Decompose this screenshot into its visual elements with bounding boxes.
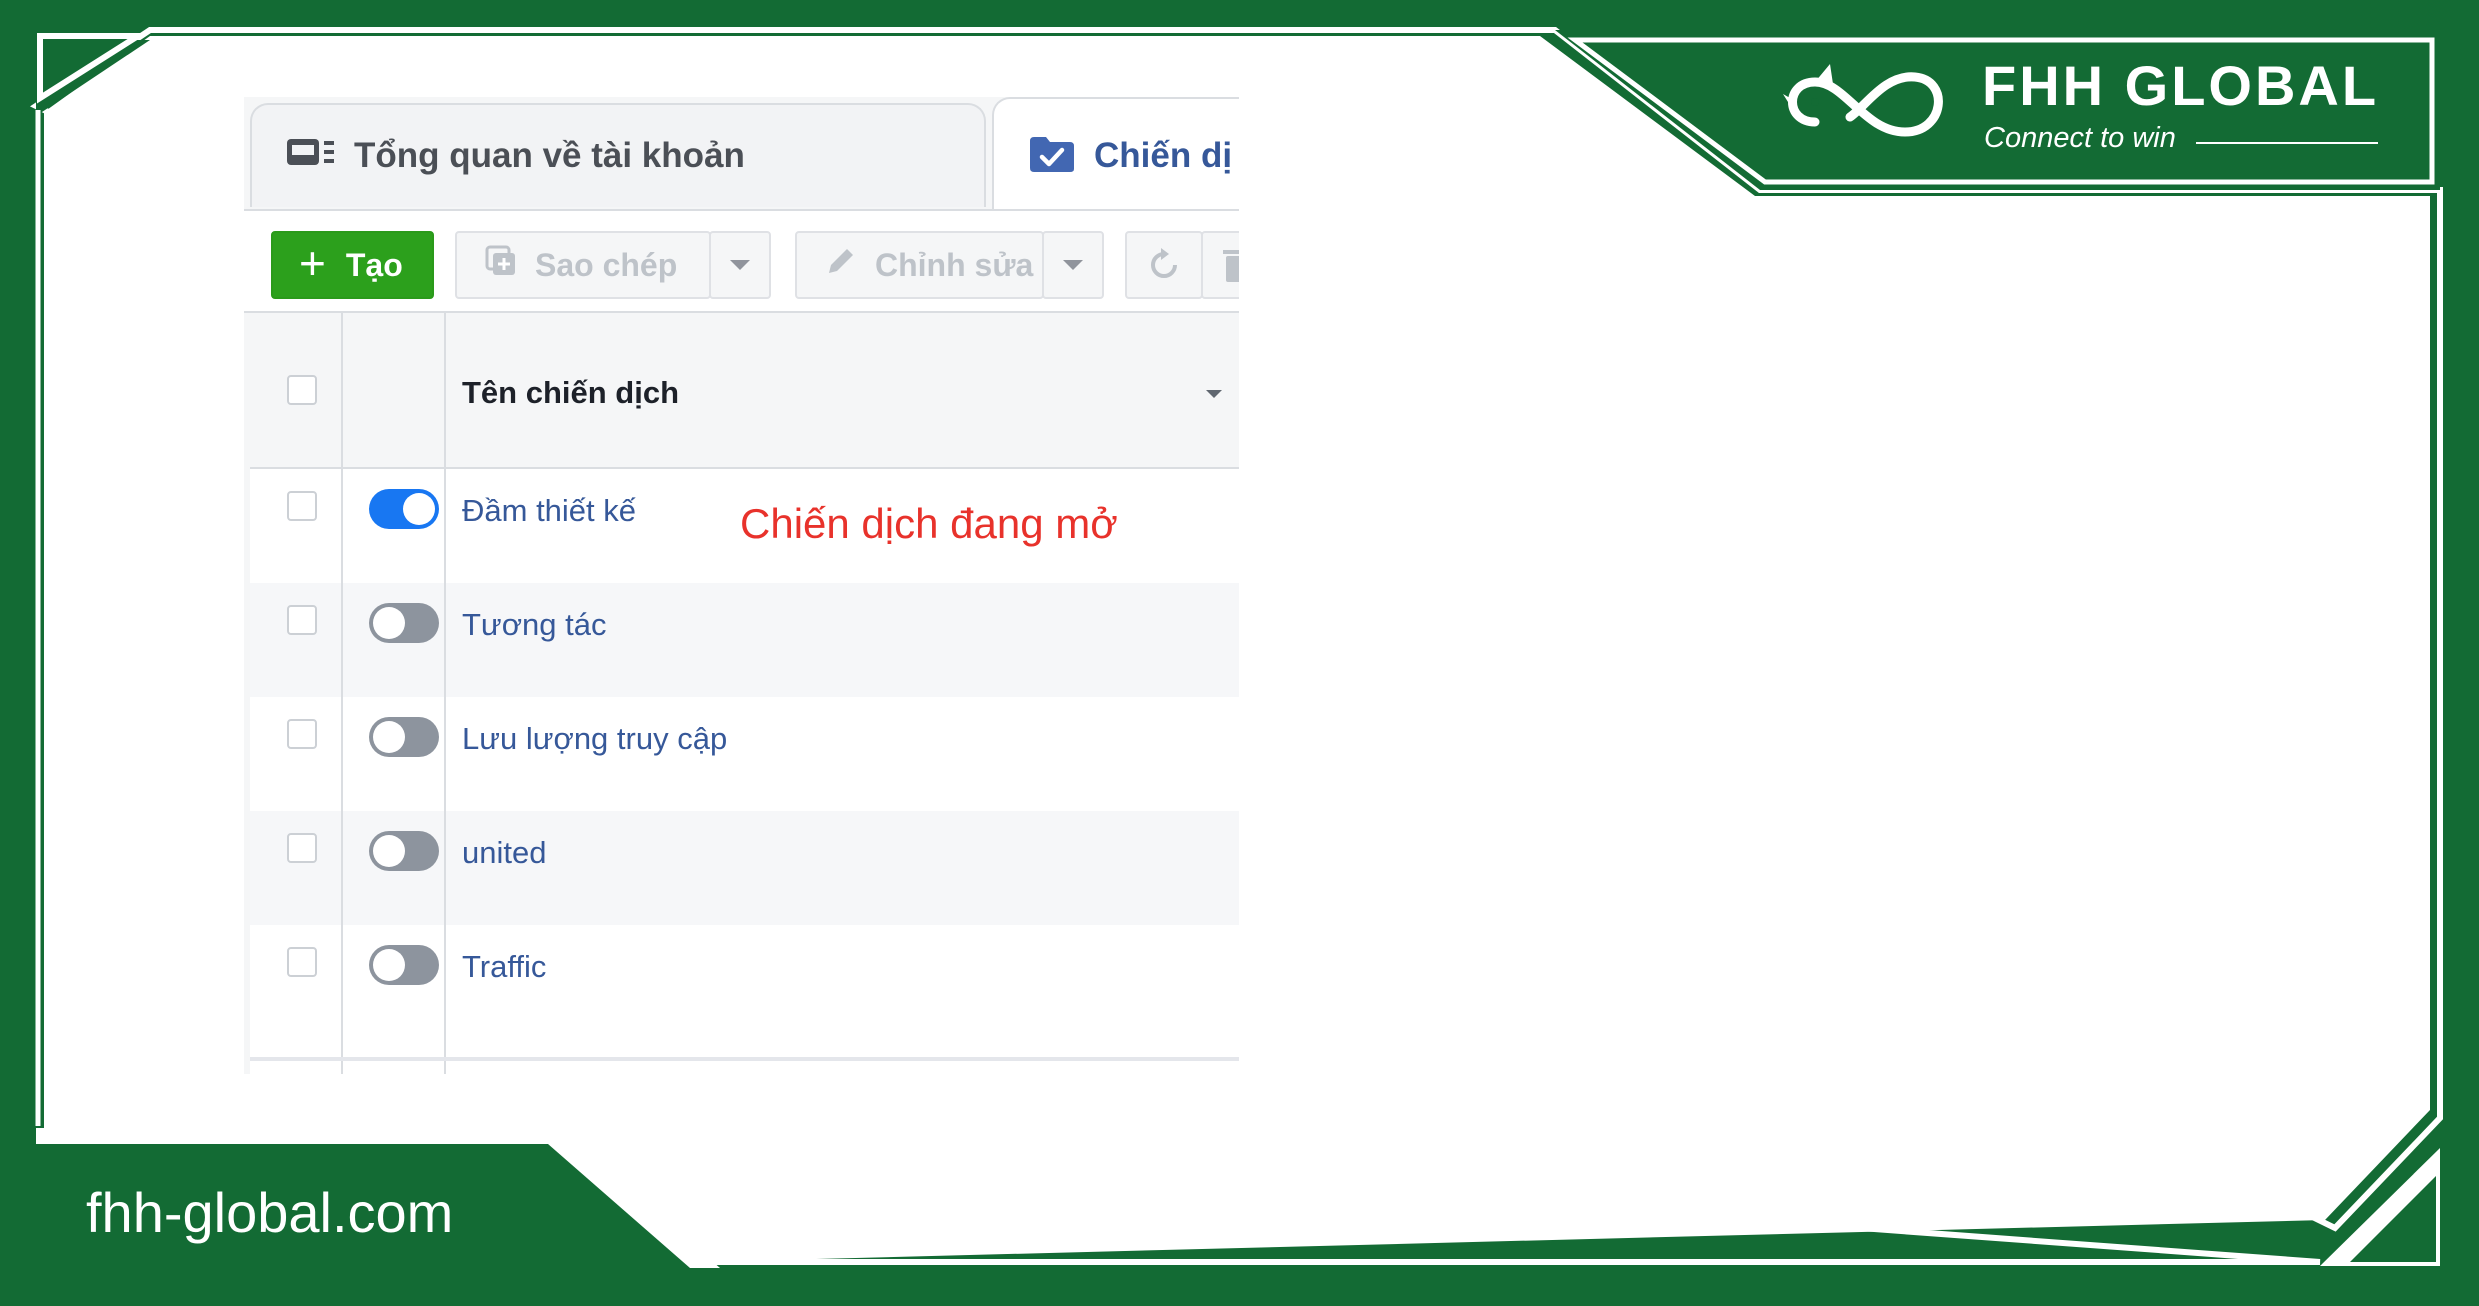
edit-button[interactable]: Chỉnh sửa	[795, 231, 1044, 299]
row-checkbox[interactable]	[287, 491, 317, 521]
table-header: Tên chiến dịch	[250, 313, 1239, 469]
trash-icon	[1223, 250, 1239, 282]
tab-campaigns[interactable]: Chiến dị	[992, 97, 1239, 213]
plus-icon: +	[299, 237, 326, 289]
campaign-table: Tên chiến dịch Đầm thiết kế Chiến dịch đ…	[250, 313, 1239, 1074]
horizontal-scrollbar[interactable]	[250, 1057, 1239, 1061]
toolbar: + Tạo Sao chép Chỉnh sửa	[244, 209, 1239, 313]
pencil-icon	[825, 245, 857, 285]
edit-dropdown-button[interactable]	[1042, 231, 1104, 299]
row-checkbox[interactable]	[287, 833, 317, 863]
column-divider	[341, 313, 343, 1074]
campaign-toggle[interactable]	[369, 489, 439, 529]
select-all-checkbox[interactable]	[287, 375, 317, 405]
campaign-name-link[interactable]: Tương tác	[462, 607, 606, 643]
campaign-name-link[interactable]: united	[462, 835, 546, 871]
delete-button[interactable]	[1201, 231, 1239, 299]
ads-manager-screenshot: Tổng quan về tài khoản Chiến dị + Tạo Sa…	[244, 97, 1239, 1074]
campaign-name-link[interactable]: Đầm thiết kế	[462, 493, 636, 529]
campaign-folder-icon	[1028, 135, 1076, 178]
sort-caret-icon[interactable]	[1205, 389, 1223, 399]
edit-label: Chỉnh sửa	[875, 246, 1034, 283]
table-row[interactable]: Tương tác	[250, 583, 1239, 697]
table-row[interactable]: Traffic	[250, 925, 1239, 1039]
website-url: fhh-global.com	[86, 1181, 454, 1244]
table-row[interactable]: Lưu lượng truy cập	[250, 697, 1239, 811]
column-header-campaign-name[interactable]: Tên chiến dịch	[462, 375, 679, 411]
chevron-down-icon	[1063, 260, 1083, 270]
refresh-icon	[1151, 248, 1177, 278]
campaign-toggle[interactable]	[369, 603, 439, 643]
table-row[interactable]: united	[250, 811, 1239, 925]
tab-account-overview[interactable]: Tổng quan về tài khoản	[250, 103, 986, 207]
campaign-name-link[interactable]: Lưu lượng truy cập	[462, 721, 727, 757]
copy-dropdown-button[interactable]	[709, 231, 771, 299]
row-checkbox[interactable]	[287, 719, 317, 749]
fhh-dragon-infinity-logo	[1783, 64, 1943, 137]
column-divider	[444, 313, 446, 1074]
row-checkbox[interactable]	[287, 605, 317, 635]
create-button[interactable]: + Tạo	[271, 231, 434, 299]
copy-button[interactable]: Sao chép	[455, 231, 711, 299]
campaign-toggle[interactable]	[369, 717, 439, 757]
brand-tagline: Connect to win	[1984, 122, 2176, 154]
table-row[interactable]: Đầm thiết kế Chiến dịch đang mở	[250, 469, 1239, 583]
campaign-toggle[interactable]	[369, 831, 439, 871]
refresh-button[interactable]	[1125, 231, 1203, 299]
tab-label: Tổng quan về tài khoản	[354, 136, 745, 175]
campaign-name-link[interactable]: Traffic	[462, 949, 546, 985]
campaign-toggle[interactable]	[369, 945, 439, 985]
copy-label: Sao chép	[535, 246, 678, 283]
annotation-label: Chiến dịch đang mở	[740, 500, 1118, 547]
duplicate-icon	[485, 245, 517, 285]
chevron-down-icon	[730, 260, 750, 270]
row-checkbox[interactable]	[287, 947, 317, 977]
brand-name: FHH GLOBAL	[1982, 54, 2380, 117]
tagline-underline	[2196, 142, 2378, 144]
create-label: Tạo	[345, 246, 403, 283]
account-overview-icon	[286, 137, 336, 176]
tab-label: Chiến dị	[1094, 136, 1233, 175]
